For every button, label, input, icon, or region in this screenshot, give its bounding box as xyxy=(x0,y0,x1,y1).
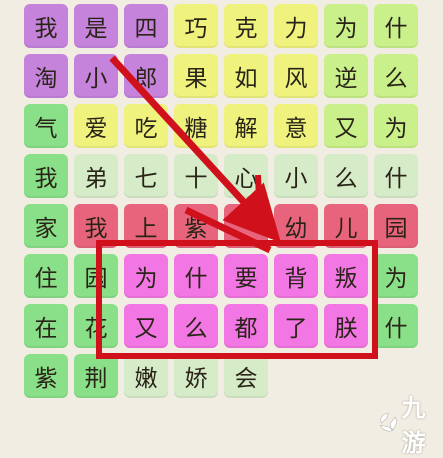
grid-cell-r0-c3[interactable]: 巧 xyxy=(174,4,218,48)
grid-cell-r5-c5[interactable]: 背 xyxy=(274,254,318,298)
grid-cell-r2-c7[interactable]: 为 xyxy=(374,104,418,148)
grid-cell-r6-c2[interactable]: 又 xyxy=(124,304,168,348)
grid-cell-r3-c1[interactable]: 弟 xyxy=(74,154,118,198)
grid-cell-r5-c1[interactable]: 园 xyxy=(74,254,118,298)
grid-cell-r6-c1[interactable]: 花 xyxy=(74,304,118,348)
grid-cell-r5-c7[interactable]: 为 xyxy=(374,254,418,298)
grid-cell-r1-c6[interactable]: 逆 xyxy=(324,54,368,98)
grid-cell-r3-c7[interactable]: 什 xyxy=(374,154,418,198)
grid-cell-r5-c0[interactable]: 住 xyxy=(24,254,68,298)
grid-cell-r5-c4[interactable]: 要 xyxy=(224,254,268,298)
watermark: 九游 xyxy=(377,394,443,457)
grid-cell-r4-c7[interactable]: 园 xyxy=(374,204,418,248)
grid-cell-r4-c5[interactable]: 幼 xyxy=(274,204,318,248)
grid-cell-r3-c3[interactable]: 十 xyxy=(174,154,218,198)
grid-cell-r6-c0[interactable]: 在 xyxy=(24,304,68,348)
grid-cell-r7-c0[interactable]: 紫 xyxy=(24,354,68,398)
grid-cell-r7-c2[interactable]: 嫩 xyxy=(124,354,168,398)
grid-cell-r0-c1[interactable]: 是 xyxy=(74,4,118,48)
grid-cell-r5-c3[interactable]: 什 xyxy=(174,254,218,298)
jiuyou-logo-icon xyxy=(380,413,397,432)
grid-cell-r1-c1[interactable]: 小 xyxy=(74,54,118,98)
grid-cell-r1-c2[interactable]: 郎 xyxy=(124,54,168,98)
grid-cell-r6-c3[interactable]: 么 xyxy=(174,304,218,348)
grid-cell-r2-c1[interactable]: 爱 xyxy=(74,104,118,148)
grid-cell-r4-c2[interactable]: 上 xyxy=(124,204,168,248)
grid-cell-r0-c2[interactable]: 四 xyxy=(124,4,168,48)
grid-cell-r2-c0[interactable]: 气 xyxy=(24,104,68,148)
grid-cell-r3-c2[interactable]: 七 xyxy=(124,154,168,198)
word-grid: 我是四巧克力为什淘小郎果如风逆么气爱吃糖解意又为我弟七十心小么什家我上紫幼儿园住… xyxy=(0,0,443,450)
grid-cell-r4-c3[interactable]: 紫 xyxy=(174,204,218,248)
grid-cell-r1-c0[interactable]: 淘 xyxy=(24,54,68,98)
grid-cell-r7-c4[interactable]: 会 xyxy=(224,354,268,398)
grid-cell-r4-c1[interactable]: 我 xyxy=(74,204,118,248)
grid-cell-r7-c1[interactable]: 荆 xyxy=(74,354,118,398)
grid-cell-r0-c0[interactable]: 我 xyxy=(24,4,68,48)
grid-cell-r4-c0[interactable]: 家 xyxy=(24,204,68,248)
watermark-text: 九游 xyxy=(401,394,426,457)
grid-cell-r4-c4[interactable] xyxy=(224,204,268,248)
grid-cell-r2-c5[interactable]: 意 xyxy=(274,104,318,148)
grid-cell-r0-c6[interactable]: 为 xyxy=(324,4,368,48)
grid-cell-r5-c2[interactable]: 为 xyxy=(124,254,168,298)
grid-cell-r3-c4[interactable]: 心 xyxy=(224,154,268,198)
grid-cell-r6-c6[interactable]: 朕 xyxy=(324,304,368,348)
grid-cell-r0-c4[interactable]: 克 xyxy=(224,4,268,48)
grid-cell-r6-c5[interactable]: 了 xyxy=(274,304,318,348)
grid-cell-r0-c7[interactable]: 什 xyxy=(374,4,418,48)
grid-cell-r6-c7[interactable]: 什 xyxy=(374,304,418,348)
grid-cell-r7-c3[interactable]: 娇 xyxy=(174,354,218,398)
grid-cell-r1-c5[interactable]: 风 xyxy=(274,54,318,98)
grid-cell-r1-c4[interactable]: 如 xyxy=(224,54,268,98)
grid-cell-r2-c2[interactable]: 吃 xyxy=(124,104,168,148)
grid-cell-r1-c7[interactable]: 么 xyxy=(374,54,418,98)
grid-cell-r2-c3[interactable]: 糖 xyxy=(174,104,218,148)
grid-cell-r2-c4[interactable]: 解 xyxy=(224,104,268,148)
grid-cell-r6-c4[interactable]: 都 xyxy=(224,304,268,348)
grid-cell-r3-c5[interactable]: 小 xyxy=(274,154,318,198)
grid-cell-r5-c6[interactable]: 叛 xyxy=(324,254,368,298)
grid-cell-r4-c6[interactable]: 儿 xyxy=(324,204,368,248)
grid-cell-r0-c5[interactable]: 力 xyxy=(274,4,318,48)
grid-cell-r1-c3[interactable]: 果 xyxy=(174,54,218,98)
grid-cell-r3-c0[interactable]: 我 xyxy=(24,154,68,198)
grid-cell-r3-c6[interactable]: 么 xyxy=(324,154,368,198)
grid-cell-r2-c6[interactable]: 又 xyxy=(324,104,368,148)
